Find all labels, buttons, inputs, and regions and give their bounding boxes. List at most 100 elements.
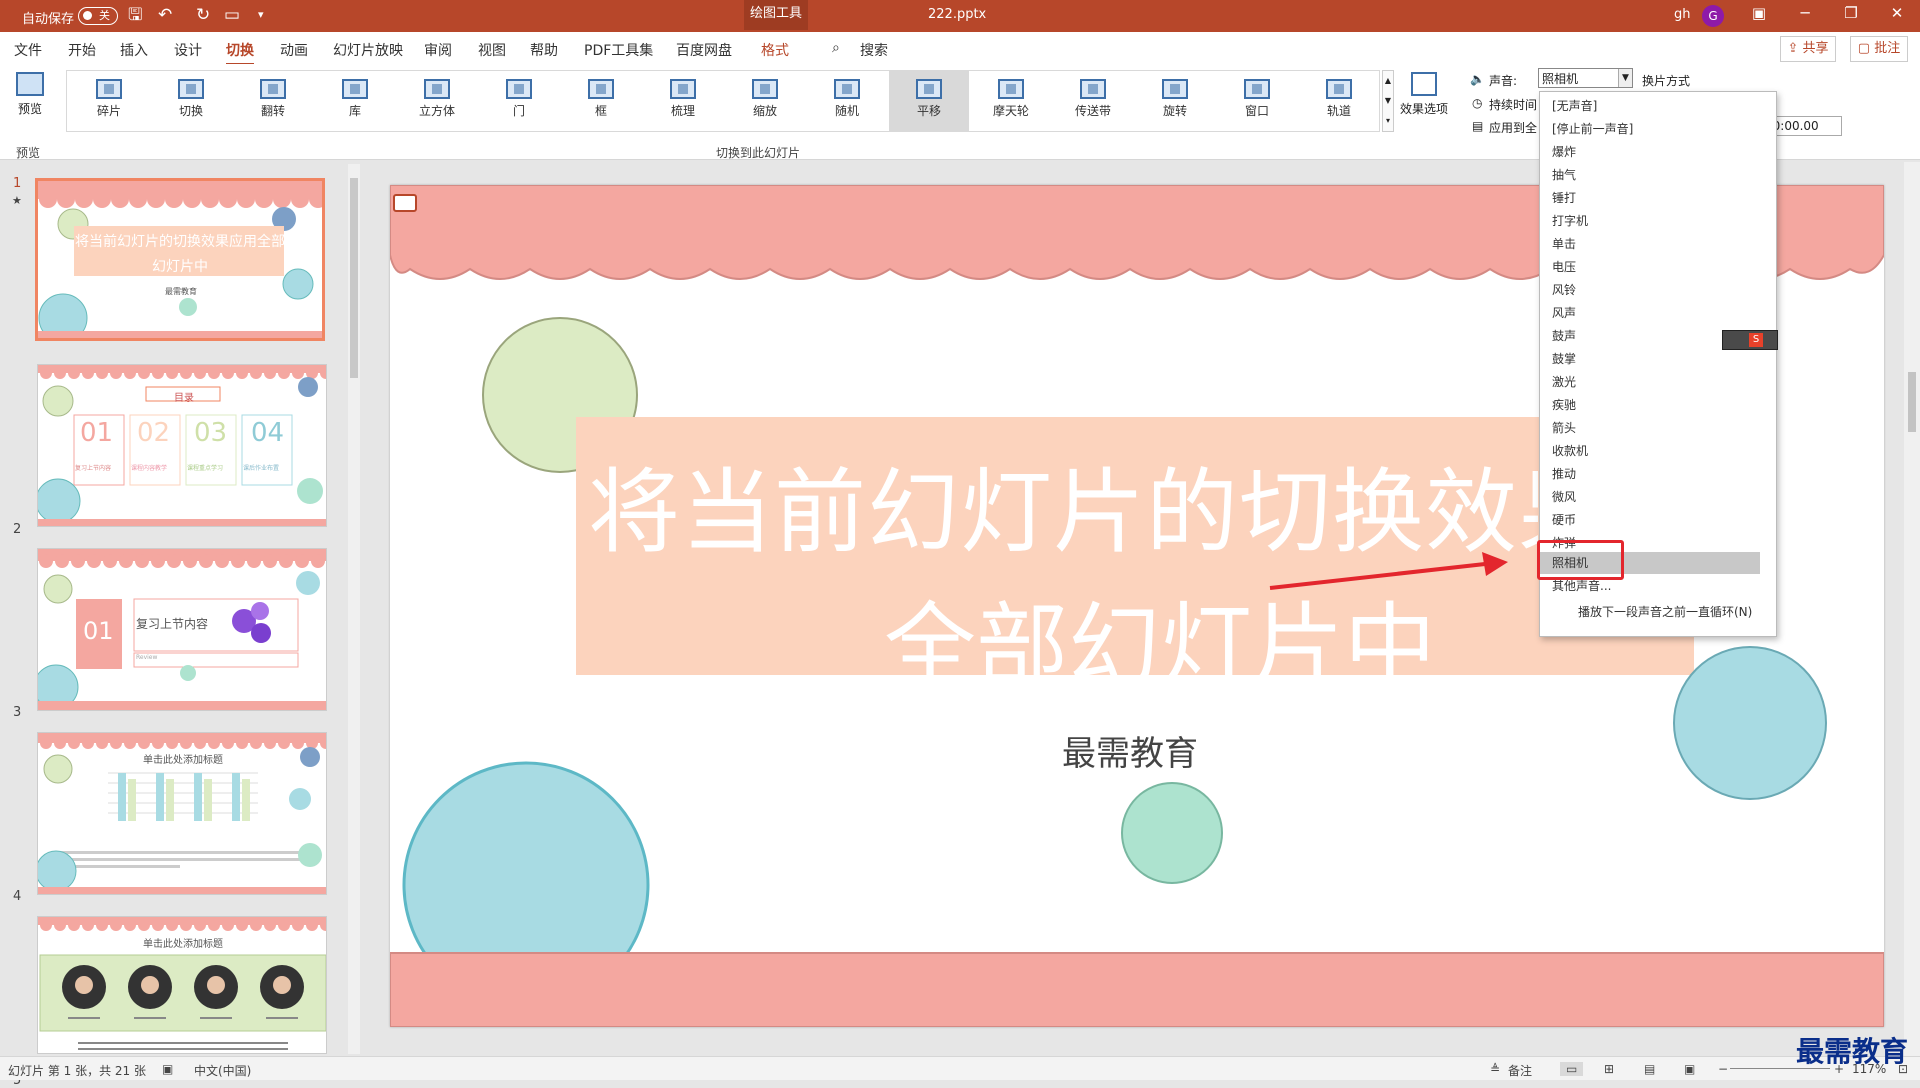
transition-pan[interactable]: 平移 <box>889 71 969 131</box>
menu-slideshow[interactable]: 幻灯片放映 <box>333 40 403 60</box>
random-icon <box>834 79 860 99</box>
transition-switch[interactable]: 切换 <box>151 71 231 131</box>
transition-rotate[interactable]: 旋转 <box>1135 71 1215 131</box>
menu-design[interactable]: 设计 <box>174 40 202 60</box>
sound-option[interactable]: 推动 <box>1552 463 1576 485</box>
slide-sorter-icon[interactable]: ⊞ <box>1604 1062 1614 1076</box>
transition-random[interactable]: 随机 <box>807 71 887 131</box>
avatar[interactable]: G <box>1702 5 1724 27</box>
present-icon[interactable]: ▭ <box>224 5 240 25</box>
share-button[interactable]: ⇪ 共享 <box>1780 36 1836 62</box>
undo-icon[interactable]: ↶ <box>158 5 172 25</box>
preview-button[interactable]: 预览 <box>10 72 50 117</box>
sound-option[interactable]: 风声 <box>1552 302 1576 324</box>
thumb-2-label-1: 复习上节内容 <box>75 465 112 472</box>
apply-all-button[interactable]: 应用到全 <box>1489 119 1537 136</box>
preview-icon <box>16 72 44 96</box>
sound-option[interactable]: [停止前一声音] <box>1552 118 1633 140</box>
sound-option[interactable]: 激光 <box>1552 371 1576 393</box>
notes-button[interactable]: 备注 <box>1508 1062 1532 1079</box>
sound-option[interactable]: 爆炸 <box>1552 141 1576 163</box>
slide-subtitle[interactable]: 最需教育 <box>1062 726 1198 775</box>
sound-option[interactable]: 收款机 <box>1552 440 1588 462</box>
notes-icon[interactable]: ≜ <box>1490 1062 1500 1076</box>
sound-select[interactable]: 照相机 ▼ <box>1538 68 1633 88</box>
transition-label: 缩放 <box>752 104 777 118</box>
transition-ferris-wheel[interactable]: 摩天轮 <box>971 71 1051 131</box>
thumbnail-scrollbar[interactable] <box>348 164 360 1054</box>
sound-option[interactable]: 微风 <box>1552 486 1576 508</box>
sound-option[interactable]: [无声音] <box>1552 95 1597 117</box>
search-label[interactable]: 搜索 <box>860 40 888 60</box>
transition-comb[interactable]: 梳理 <box>643 71 723 131</box>
transition-label: 窗口 <box>1244 104 1269 118</box>
window-icon <box>1244 79 1270 99</box>
transition-zoom[interactable]: 缩放 <box>725 71 805 131</box>
editor-scrollbar[interactable] <box>1904 162 1920 1056</box>
sound-option[interactable]: 箭头 <box>1552 417 1576 439</box>
transition-gallery-item[interactable]: 库 <box>315 71 395 131</box>
sound-option[interactable]: 硬币 <box>1552 509 1576 531</box>
transition-cube[interactable]: 立方体 <box>397 71 477 131</box>
restore-icon[interactable]: ❐ <box>1836 4 1866 22</box>
menu-pdf-tools[interactable]: PDF工具集 <box>584 40 653 60</box>
effect-options-label: 效果选项 <box>1399 102 1448 116</box>
chevron-down-icon[interactable]: ▼ <box>1383 91 1393 111</box>
minimize-icon[interactable]: ─ <box>1790 4 1820 22</box>
sound-option[interactable]: 疾驰 <box>1552 394 1576 416</box>
sound-option[interactable]: 单击 <box>1552 233 1576 255</box>
ribbon-display-icon[interactable]: ▣ <box>1744 4 1774 22</box>
save-icon[interactable]: 🖫 <box>128 5 142 25</box>
sound-option[interactable]: 锤打 <box>1552 187 1576 209</box>
autosave-toggle[interactable]: 关 <box>78 7 118 25</box>
slide-number: 1 <box>13 176 22 191</box>
comment-button[interactable]: ▢ 批注 <box>1850 36 1908 62</box>
chevron-down-icon[interactable]: ▼ <box>1618 69 1632 87</box>
normal-view-icon[interactable]: ▭ <box>1560 1062 1584 1076</box>
loop-sound-option[interactable]: 播放下一段声音之前一直循环(N) <box>1578 601 1752 623</box>
menu-transitions[interactable]: 切换 <box>226 40 254 66</box>
title-bar: 自动保存 关 🖫 ↶ ↻ ▭ ▾ 绘图工具 222.pptx gh G ▣ ─ … <box>0 0 1920 32</box>
transition-conveyor[interactable]: 传送带 <box>1053 71 1133 131</box>
sound-option[interactable]: 电压 <box>1552 256 1576 278</box>
menu-format[interactable]: 格式 <box>761 40 789 60</box>
sound-option[interactable]: 抽气 <box>1552 164 1576 186</box>
sound-option[interactable]: 鼓掌 <box>1552 348 1576 370</box>
transition-orbit[interactable]: 轨道 <box>1299 71 1379 131</box>
close-icon[interactable]: ✕ <box>1882 4 1912 22</box>
transition-flip[interactable]: 翻转 <box>233 71 313 131</box>
expand-gallery-icon[interactable]: ▾ <box>1383 111 1393 131</box>
transition-shred[interactable]: 碎片 <box>69 71 149 131</box>
gallery-scroll[interactable]: ▲ ▼ ▾ <box>1382 70 1394 132</box>
search-icon[interactable]: ⌕ <box>832 40 840 56</box>
transition-window[interactable]: 窗口 <box>1217 71 1297 131</box>
editor-scroll-thumb[interactable] <box>1908 372 1916 432</box>
language-indicator[interactable]: 中文(中国) <box>194 1062 251 1079</box>
menu-help[interactable]: 帮助 <box>530 40 558 60</box>
effect-options-icon <box>1411 72 1437 96</box>
ime-toolbar[interactable]: S <box>1722 330 1778 350</box>
sound-option[interactable]: 鼓声 <box>1552 325 1576 347</box>
user-name: gh <box>1674 7 1691 22</box>
zoom-out-icon[interactable]: − <box>1718 1062 1728 1076</box>
menu-file[interactable]: 文件 <box>14 40 42 60</box>
effect-options-button[interactable]: 效果选项 <box>1396 72 1452 117</box>
menu-insert[interactable]: 插入 <box>120 40 148 60</box>
chevron-up-icon[interactable]: ▲ <box>1383 71 1393 91</box>
menu-view[interactable]: 视图 <box>478 40 506 60</box>
transition-doors[interactable]: 门 <box>479 71 559 131</box>
spellcheck-icon[interactable]: ▣ <box>162 1062 173 1076</box>
customize-qat-icon[interactable]: ▾ <box>258 5 264 25</box>
menu-home[interactable]: 开始 <box>68 40 96 60</box>
thumbnail-scroll-thumb[interactable] <box>350 178 358 378</box>
menu-review[interactable]: 审阅 <box>424 40 452 60</box>
redo-icon[interactable]: ↻ <box>196 5 210 25</box>
reading-view-icon[interactable]: ▤ <box>1644 1062 1655 1076</box>
menu-baidu[interactable]: 百度网盘 <box>676 40 732 60</box>
transition-box[interactable]: 框 <box>561 71 641 131</box>
sound-option[interactable]: 风铃 <box>1552 279 1576 301</box>
sound-option[interactable]: 打字机 <box>1552 210 1588 232</box>
slideshow-icon[interactable]: ▣ <box>1684 1062 1695 1076</box>
menu-animations[interactable]: 动画 <box>280 40 308 60</box>
switch-icon <box>178 79 204 99</box>
